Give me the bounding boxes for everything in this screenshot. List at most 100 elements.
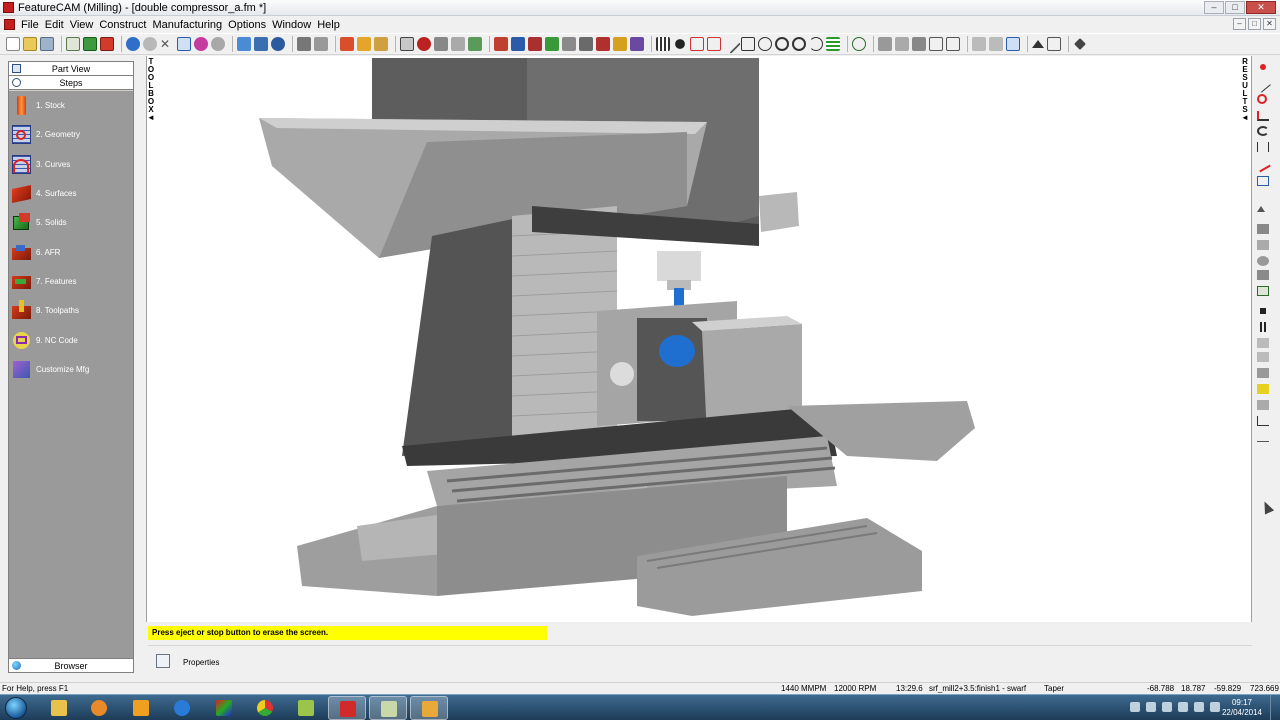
stock-view-icon[interactable] — [494, 37, 508, 51]
taskbar-app[interactable] — [205, 696, 243, 720]
step-surfaces[interactable]: 4. Surfaces — [9, 179, 133, 208]
rotate-icon[interactable] — [211, 37, 225, 51]
display-icon[interactable] — [1162, 702, 1172, 712]
dimension-icon[interactable] — [972, 37, 986, 51]
line-2-icon[interactable] — [707, 37, 721, 51]
close-button[interactable]: ✕ — [1246, 1, 1276, 14]
step-features[interactable]: 7. Features — [9, 267, 133, 296]
doc-restore-button[interactable]: □ — [1248, 18, 1261, 30]
step-curves[interactable]: 3. Curves — [9, 150, 133, 179]
doc-close-button[interactable]: ✕ — [1263, 18, 1276, 30]
document-icon[interactable] — [4, 19, 15, 30]
hatch-icon[interactable] — [826, 37, 840, 51]
wire-view-icon[interactable] — [579, 37, 593, 51]
arc-icon[interactable] — [809, 37, 823, 51]
triangle-icon[interactable] — [1032, 40, 1044, 48]
paste-icon[interactable] — [374, 37, 388, 51]
step-geometry[interactable]: 2. Geometry — [9, 120, 133, 149]
pause-icon[interactable] — [1260, 322, 1266, 332]
hammer-icon[interactable] — [1074, 38, 1086, 50]
taskbar-featurecam[interactable] — [328, 696, 366, 720]
cube-icon[interactable] — [929, 37, 943, 51]
line-tool-icon[interactable] — [1255, 77, 1271, 93]
step-toolpaths[interactable]: 8. Toolpaths — [9, 296, 133, 325]
properties-toggle-icon[interactable] — [1006, 37, 1020, 51]
network-icon[interactable] — [1194, 702, 1204, 712]
graphics-viewport[interactable] — [146, 56, 1252, 622]
step-forward-icon[interactable] — [1257, 338, 1269, 348]
taskbar-viewer[interactable] — [369, 696, 407, 720]
show-desktop-button[interactable] — [1270, 695, 1280, 720]
grid-view-icon[interactable] — [511, 37, 525, 51]
light-icon[interactable] — [613, 37, 627, 51]
sim-view-icon[interactable] — [1257, 256, 1269, 266]
step-customize-mfg[interactable]: Customize Mfg — [9, 355, 133, 384]
arc-tool-icon[interactable] — [1257, 126, 1269, 136]
menu-window[interactable]: Window — [269, 19, 314, 31]
axis-icon[interactable] — [1257, 416, 1269, 426]
step-nc-code[interactable]: 9. NC Code — [9, 325, 133, 354]
eject-icon[interactable] — [1257, 206, 1265, 212]
point-tool-icon[interactable] — [1260, 64, 1266, 70]
select-tool-2-icon[interactable] — [1257, 176, 1269, 186]
delete-icon[interactable]: ✕ — [160, 37, 174, 51]
menu-file[interactable]: File — [18, 19, 42, 31]
maximize-button[interactable]: □ — [1225, 1, 1245, 14]
simulation-2-icon[interactable] — [254, 37, 268, 51]
play-icon[interactable] — [1257, 368, 1269, 378]
properties-icon[interactable] — [156, 654, 170, 668]
save-icon[interactable] — [40, 37, 54, 51]
dimension-tool-icon[interactable] — [1257, 142, 1269, 152]
power-icon[interactable] — [1210, 702, 1220, 712]
sim-toggle-icon[interactable] — [1257, 286, 1269, 296]
slider-icon[interactable] — [1257, 432, 1269, 442]
top-view-icon[interactable] — [451, 37, 465, 51]
sim-mode-icon[interactable] — [1257, 240, 1269, 250]
dimension-2-icon[interactable] — [989, 37, 1003, 51]
menu-construct[interactable]: Construct — [96, 19, 149, 31]
copy-icon[interactable] — [357, 37, 371, 51]
shade-tool-icon[interactable] — [596, 37, 610, 51]
taskbar-clock[interactable]: 09:17 22/04/2014 — [1222, 698, 1262, 718]
taskbar-chrome[interactable] — [246, 696, 284, 720]
snap-options-icon[interactable] — [314, 37, 328, 51]
crosshair-icon[interactable] — [741, 37, 755, 51]
featurecam-icon[interactable] — [100, 37, 114, 51]
render-icon[interactable] — [528, 37, 542, 51]
color-wheel-icon[interactable] — [194, 37, 208, 51]
snap-icon[interactable] — [297, 37, 311, 51]
circle-3-icon[interactable] — [792, 37, 806, 51]
circle-icon[interactable] — [758, 37, 772, 51]
zoom-icon[interactable] — [468, 37, 482, 51]
step-solids[interactable]: 5. Solids — [9, 208, 133, 237]
volume-icon[interactable] — [1178, 702, 1188, 712]
refresh-icon[interactable] — [126, 37, 140, 51]
start-button[interactable] — [5, 697, 27, 719]
surface-view-icon[interactable] — [545, 37, 559, 51]
grid-icon[interactable] — [656, 37, 670, 51]
menu-options[interactable]: Options — [225, 19, 269, 31]
layer-3-icon[interactable] — [912, 37, 926, 51]
line-icon[interactable] — [721, 34, 741, 54]
taskbar-explorer[interactable] — [40, 696, 78, 720]
featurecam-app-icon[interactable] — [3, 2, 14, 13]
sim-speed-icon[interactable] — [1257, 270, 1269, 280]
sim-step-icon[interactable] — [1257, 224, 1269, 234]
line-vertical-icon[interactable] — [690, 37, 704, 51]
taskbar-ie[interactable] — [163, 696, 201, 720]
measure-icon[interactable] — [1047, 37, 1061, 51]
taskbar-robot[interactable] — [410, 696, 448, 720]
layer-2-icon[interactable] — [895, 37, 909, 51]
step-afr[interactable]: 6. AFR — [9, 237, 133, 266]
browser-tab[interactable]: Browser — [9, 658, 133, 672]
menu-manufacturing[interactable]: Manufacturing — [149, 19, 225, 31]
tray-arrow-icon[interactable] — [1130, 702, 1140, 712]
step-stock[interactable]: 1. Stock — [9, 91, 133, 120]
menu-help[interactable]: Help — [314, 19, 343, 31]
select-tool-icon[interactable] — [66, 37, 80, 51]
circle-tool-icon[interactable] — [1257, 94, 1267, 104]
taskbar-tool[interactable] — [287, 696, 325, 720]
pointer-icon[interactable] — [177, 37, 191, 51]
cut-icon[interactable] — [340, 37, 354, 51]
section-icon[interactable] — [630, 37, 644, 51]
